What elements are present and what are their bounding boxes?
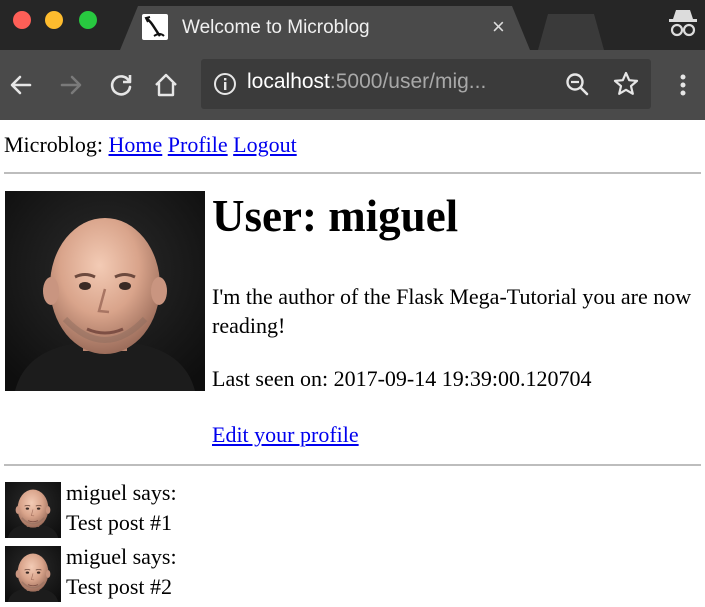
post-body: Test post #1 bbox=[66, 510, 173, 535]
browser-tab-active[interactable]: Welcome to Microblog × bbox=[120, 6, 530, 50]
reload-icon[interactable] bbox=[108, 72, 134, 98]
post-body: Test post #2 bbox=[66, 574, 173, 599]
window-close-button[interactable] bbox=[13, 11, 31, 29]
incognito-icon bbox=[668, 6, 698, 40]
last-seen-text: Last seen on: 2017-09-14 19:39:00.120704 bbox=[212, 366, 592, 391]
url-host: localhost bbox=[247, 70, 330, 93]
url-text[interactable]: localhost:5000/user/mig... bbox=[247, 70, 486, 94]
tab-close-icon[interactable]: × bbox=[492, 14, 505, 40]
new-tab-button[interactable] bbox=[538, 14, 604, 50]
home-icon[interactable] bbox=[153, 72, 179, 98]
post-avatar bbox=[4, 482, 62, 538]
edit-profile-link[interactable]: Edit your profile bbox=[212, 422, 359, 448]
divider bbox=[4, 464, 701, 466]
menu-icon[interactable] bbox=[672, 72, 694, 98]
nav-home-link[interactable]: Home bbox=[109, 132, 163, 157]
nav-profile-link[interactable]: Profile bbox=[168, 132, 228, 157]
about-me-text: I'm the author of the Flask Mega-Tutoria… bbox=[212, 284, 692, 338]
bookmark-star-icon[interactable] bbox=[612, 70, 640, 98]
top-nav: Microblog: Home Profile Logout bbox=[4, 132, 297, 158]
back-icon[interactable] bbox=[8, 72, 34, 98]
address-bar[interactable]: localhost:5000/user/mig... bbox=[201, 59, 651, 109]
post-item: miguel says: Test post #2 bbox=[4, 544, 424, 602]
url-path: :5000/user/mig... bbox=[329, 70, 487, 93]
browser-tab-bar: Welcome to Microblog × bbox=[0, 0, 705, 50]
zoom-icon[interactable] bbox=[564, 71, 590, 97]
window-minimize-button[interactable] bbox=[45, 11, 63, 29]
forward-icon[interactable] bbox=[58, 72, 84, 98]
post-author: miguel says: bbox=[66, 480, 177, 505]
page-content: Microblog: Home Profile Logout User: mig… bbox=[0, 120, 705, 607]
profile-avatar bbox=[4, 191, 206, 391]
tab-title: Welcome to Microblog bbox=[182, 17, 370, 38]
flask-favicon-icon bbox=[142, 14, 168, 40]
page-title: User: miguel bbox=[212, 191, 459, 241]
info-icon[interactable] bbox=[213, 72, 237, 96]
divider bbox=[4, 172, 701, 174]
nav-brand: Microblog: bbox=[4, 132, 103, 157]
browser-toolbar: localhost:5000/user/mig... bbox=[0, 50, 705, 120]
nav-logout-link[interactable]: Logout bbox=[233, 132, 297, 157]
post-avatar bbox=[4, 546, 62, 602]
post-item: miguel says: Test post #1 bbox=[4, 480, 424, 538]
post-author: miguel says: bbox=[66, 544, 177, 569]
window-zoom-button[interactable] bbox=[79, 11, 97, 29]
